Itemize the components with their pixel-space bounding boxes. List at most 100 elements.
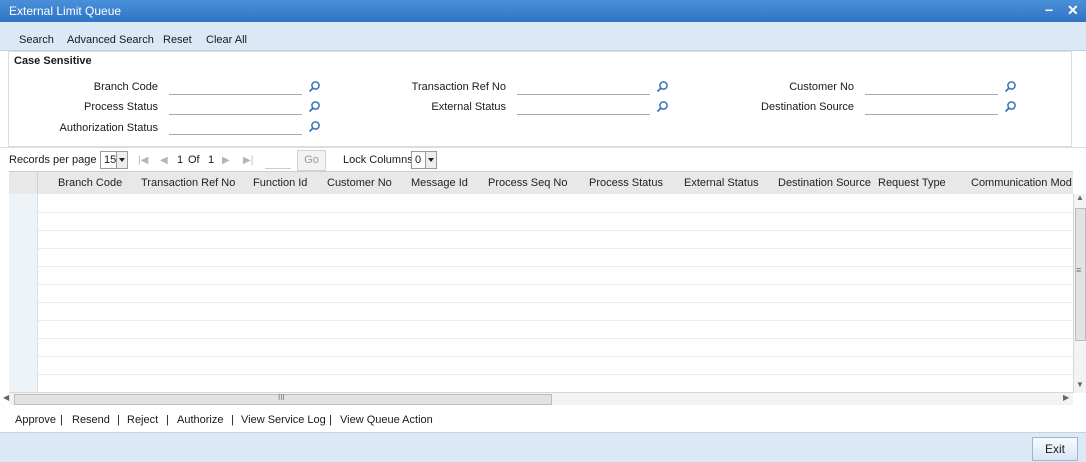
go-button[interactable]: Go — [297, 150, 326, 171]
row-select-cell[interactable] — [9, 302, 38, 320]
lock-columns-label: Lock Columns — [343, 154, 413, 166]
column-header-function-id[interactable]: Function Id — [253, 177, 307, 189]
resend-link[interactable]: Resend — [72, 414, 110, 426]
horizontal-scrollbar[interactable]: ◀ III ▶ — [3, 392, 1073, 405]
view-service-log-link[interactable]: View Service Log — [241, 414, 326, 426]
search-icon[interactable] — [308, 80, 321, 93]
horizontal-scroll-thumb[interactable]: III — [14, 393, 552, 405]
customer-no-input[interactable] — [865, 78, 998, 95]
row-select-cell[interactable] — [9, 374, 38, 392]
row-select-cell[interactable] — [9, 338, 38, 356]
table-row[interactable] — [9, 320, 1073, 339]
lock-columns-value: 0 — [415, 154, 422, 166]
search-icon[interactable] — [656, 100, 669, 113]
transaction-ref-no-input[interactable] — [517, 78, 650, 95]
clear-all-button[interactable]: Clear All — [206, 34, 247, 46]
reject-link[interactable]: Reject — [127, 414, 158, 426]
scroll-right-icon[interactable]: ▶ — [1063, 393, 1069, 402]
table-row[interactable] — [9, 356, 1073, 375]
authorize-link[interactable]: Authorize — [177, 414, 223, 426]
last-page-icon[interactable]: ▶| — [243, 155, 253, 166]
search-icon[interactable] — [308, 100, 321, 113]
column-header-branch-code[interactable]: Branch Code — [58, 177, 122, 189]
process-status-input[interactable] — [169, 98, 302, 115]
table-row[interactable] — [9, 194, 1073, 213]
grid-body — [9, 194, 1073, 392]
close-icon[interactable]: ✕ — [1067, 2, 1079, 19]
branch-code-label: Branch Code — [93, 81, 158, 93]
chevron-down-icon — [116, 152, 127, 168]
authorization-status-input[interactable] — [169, 118, 302, 135]
scroll-up-icon[interactable]: ▲ — [1076, 193, 1084, 202]
table-row[interactable] — [9, 338, 1073, 357]
exit-button[interactable]: Exit — [1032, 437, 1078, 461]
table-row[interactable] — [9, 374, 1073, 392]
row-select-cell[interactable] — [9, 212, 38, 230]
table-row[interactable] — [9, 266, 1073, 285]
vertical-scrollbar[interactable]: ▲ ≡ ▼ — [1073, 193, 1086, 393]
row-select-cell[interactable] — [9, 284, 38, 302]
row-select-cell[interactable] — [9, 320, 38, 338]
search-icon[interactable] — [1004, 100, 1017, 113]
column-header-external-status[interactable]: External Status — [684, 177, 759, 189]
scroll-left-icon[interactable]: ◀ — [3, 393, 9, 402]
reset-button[interactable]: Reset — [163, 34, 192, 46]
table-row[interactable] — [9, 302, 1073, 321]
search-icon[interactable] — [1004, 80, 1017, 93]
chevron-down-icon — [425, 152, 436, 168]
separator: | — [166, 414, 169, 426]
vertical-scroll-thumb[interactable]: ≡ — [1075, 208, 1086, 341]
row-select-cell[interactable] — [9, 356, 38, 374]
column-header-message-id[interactable]: Message Id — [411, 177, 468, 189]
row-select-cell[interactable] — [9, 194, 38, 212]
table-row[interactable] — [9, 284, 1073, 303]
separator: | — [329, 414, 332, 426]
of-label: Of — [188, 154, 200, 166]
previous-page-icon[interactable]: ◀ — [160, 155, 168, 166]
column-header-request-type[interactable]: Request Type — [878, 177, 946, 189]
window-title: External Limit Queue — [9, 4, 122, 18]
search-icon[interactable] — [656, 80, 669, 93]
next-page-icon[interactable]: ▶ — [222, 155, 230, 166]
search-icon[interactable] — [308, 120, 321, 133]
action-bar: Approve | Resend | Reject | Authorize | … — [0, 406, 1086, 432]
vertical-grip: ≡ — [1076, 265, 1082, 275]
toolbar: Search Advanced Search Reset Clear All — [0, 22, 1086, 51]
table-row[interactable] — [9, 248, 1073, 267]
grid-header: Branch Code Transaction Ref No Function … — [9, 171, 1073, 196]
records-per-page-label: Records per page — [9, 154, 97, 166]
external-status-input[interactable] — [517, 98, 650, 115]
scroll-down-icon[interactable]: ▼ — [1076, 380, 1084, 389]
records-per-page-select[interactable]: 15 — [100, 151, 128, 169]
minimize-icon[interactable]: − — [1045, 2, 1053, 18]
approve-link[interactable]: Approve — [15, 414, 56, 426]
select-all-cell[interactable] — [9, 172, 38, 195]
separator: | — [117, 414, 120, 426]
destination-source-input[interactable] — [865, 98, 998, 115]
row-select-cell[interactable] — [9, 248, 38, 266]
search-button[interactable]: Search — [19, 34, 54, 46]
advanced-search-button[interactable]: Advanced Search — [67, 34, 154, 46]
column-header-process-seq-no[interactable]: Process Seq No — [488, 177, 567, 189]
column-header-process-status[interactable]: Process Status — [589, 177, 663, 189]
column-header-transaction-ref-no[interactable]: Transaction Ref No — [141, 177, 235, 189]
column-header-communication-mode[interactable]: Communication Mod — [971, 177, 1072, 189]
total-pages: 1 — [208, 154, 215, 166]
pagination-bar: Records per page 15 |◀ ◀ 1 Of 1 ▶ ▶| Loc… — [0, 147, 1086, 172]
authorization-status-label: Authorization Status — [59, 122, 158, 134]
process-status-label: Process Status — [84, 101, 158, 113]
column-header-customer-no[interactable]: Customer No — [327, 177, 392, 189]
table-row[interactable] — [9, 230, 1073, 249]
view-queue-action-link[interactable]: View Queue Action — [340, 414, 433, 426]
page-number-input[interactable] — [265, 152, 291, 169]
branch-code-input[interactable] — [169, 78, 302, 95]
case-sensitive-label: Case Sensitive — [14, 55, 92, 67]
column-header-destination-source[interactable]: Destination Source — [778, 177, 871, 189]
row-select-cell[interactable] — [9, 230, 38, 248]
row-select-cell[interactable] — [9, 266, 38, 284]
lock-columns-select[interactable]: 0 — [411, 151, 437, 169]
first-page-icon[interactable]: |◀ — [138, 155, 148, 166]
table-row[interactable] — [9, 212, 1073, 231]
records-per-page-value: 15 — [104, 154, 117, 166]
destination-source-label: Destination Source — [761, 101, 854, 113]
